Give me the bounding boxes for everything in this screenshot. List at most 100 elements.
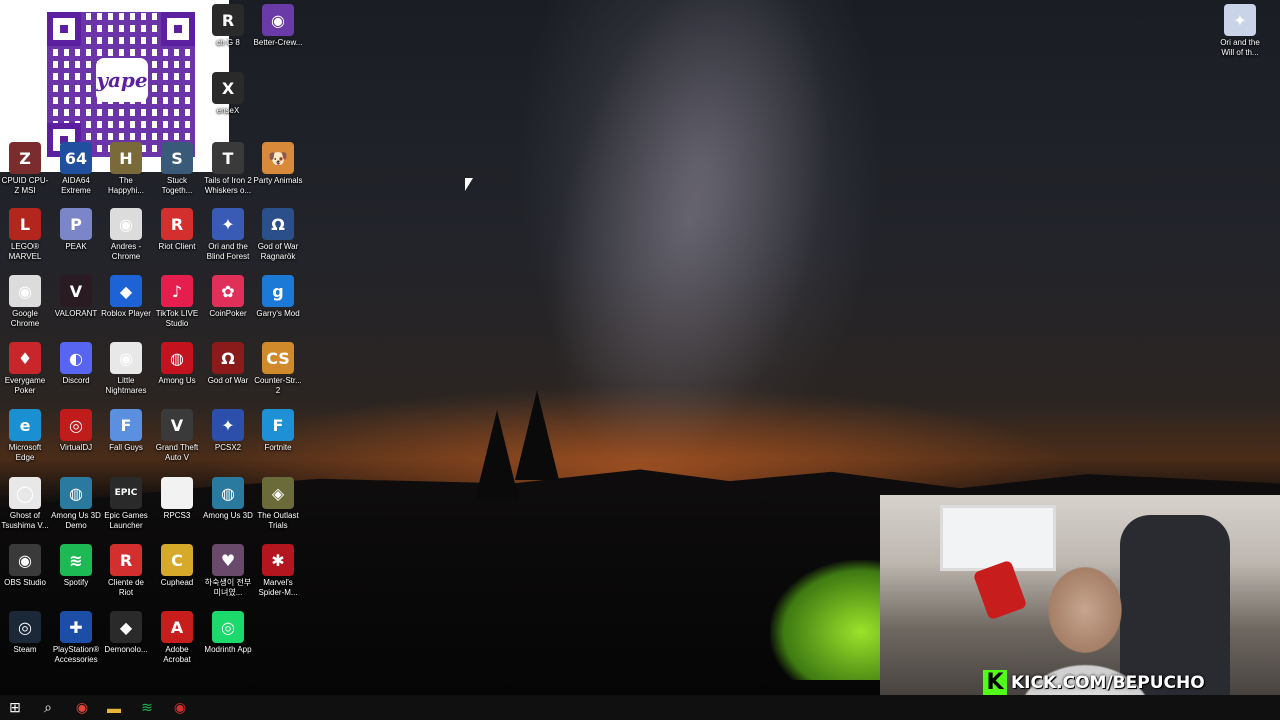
desktop-icon[interactable]: P PEAK [51, 208, 101, 252]
chrome-icon[interactable]: ◉ [67, 695, 97, 720]
desktop-icon[interactable]: F Fortnite [253, 409, 303, 453]
kick-logo-icon: K [983, 670, 1007, 696]
desktop-icon-label: Little Nightmares [105, 376, 147, 395]
desktop-icon[interactable]: V VALORANT [51, 275, 101, 319]
desktop-icon-label: Counter-Str... 2 [254, 376, 302, 395]
desktop-icon[interactable]: ◉ OBS Studio [0, 544, 50, 588]
desktop-icon-label: Epic Games Launcher [104, 511, 148, 530]
app-icon: H [110, 142, 142, 174]
desktop-icon[interactable]: 🐶 Party Animals [253, 142, 303, 186]
start-icon[interactable]: ⊞ [0, 695, 30, 720]
desktop-icon[interactable]: V Grand Theft Auto V [152, 409, 202, 463]
desktop-icon[interactable]: ◍ Among Us 3D [203, 477, 253, 521]
desktop-icon[interactable]: ◆ Demonolo... [101, 611, 151, 655]
desktop-icon[interactable]: L LEGO® MARVEL Su... [0, 208, 50, 262]
desktop-icon[interactable]: Z CPUID CPU-Z MSI [0, 142, 50, 196]
webcam-overlay: K KICK.COM/BEPUCHO [880, 495, 1280, 720]
app-icon: A [161, 611, 193, 643]
desktop-icon[interactable]: Ω God of War [203, 342, 253, 386]
desktop-icon[interactable]: ◉ Andres - Chrome [101, 208, 151, 262]
app-icon: g [262, 275, 294, 307]
app-icon: ◉ [9, 275, 41, 307]
desktop-icon[interactable]: XenseX [203, 72, 253, 116]
app-icon: ✱ [262, 544, 294, 576]
yape-logo-text: yape [96, 68, 148, 92]
desktop-icon-label: Cliente de Riot [107, 578, 145, 597]
desktop-icon[interactable]: ✚ PlayStation® Accessories [51, 611, 101, 665]
yape-logo: yape [96, 58, 148, 102]
desktop-icon[interactable]: ◎ Steam [0, 611, 50, 655]
desktop-icon-label: Google Chrome [10, 309, 40, 328]
qr-finder [47, 12, 81, 46]
app-icon: ♦ [9, 342, 41, 374]
app-icon: EPIC [110, 477, 142, 509]
riot-icon[interactable]: ◉ [165, 695, 195, 720]
desktop-icon-label: Ori and the Blind Forest [206, 242, 250, 261]
desktop-icon[interactable]: ≋ Spotify [51, 544, 101, 588]
desktop-icon-label: Among Us 3D [203, 511, 253, 520]
app-icon: ◐ [60, 342, 92, 374]
desktop-icon[interactable]: ◉ Google Chrome [0, 275, 50, 329]
file-explorer-icon[interactable]: ▬ [99, 695, 129, 720]
app-icon: CS [262, 342, 294, 374]
desktop-icon[interactable]: ◆ Roblox Player [101, 275, 151, 319]
app-icon: V [161, 409, 193, 441]
desktop-icon-label: PCSX2 [214, 443, 242, 452]
desktop-icon[interactable]: ◎ Modrinth App [203, 611, 253, 655]
desktop-icon[interactable]: ◉ Better-Crew... [253, 4, 303, 48]
desktop-icon[interactable]: S Stuck Togeth... [152, 142, 202, 196]
desktop-icon-label: God of War [207, 376, 249, 385]
tree [475, 410, 519, 500]
app-icon: ♪ [161, 275, 193, 307]
desktop-icon[interactable]: RPCS3 [152, 477, 202, 521]
app-icon: F [262, 409, 294, 441]
desktop-icon[interactable]: ◍ Among Us [152, 342, 202, 386]
app-icon: 64 [60, 142, 92, 174]
desktop-icon[interactable]: ◎ VirtualDJ [51, 409, 101, 453]
app-icon: R [110, 544, 142, 576]
desktop-icon-label: Cuphead [160, 578, 194, 587]
app-icon: L [9, 208, 41, 240]
desktop-icon[interactable]: T Tails of Iron 2 Whiskers o... [203, 142, 253, 196]
desktop-icon[interactable]: ♦ Everygame Poker [0, 342, 50, 396]
search-icon[interactable]: ⌕ [33, 695, 63, 720]
desktop-icon[interactable]: g Garry's Mod [253, 275, 303, 319]
desktop-icon[interactable]: Rch G 8 [203, 4, 253, 48]
desktop-icon-label: CoinPoker [209, 309, 247, 318]
desktop-icon-label: Modrinth App [204, 645, 252, 654]
spotify-icon[interactable]: ≋ [132, 695, 162, 720]
desktop-icon[interactable]: ✦ Ori and the Blind Forest [203, 208, 253, 262]
desktop-icon[interactable]: ✿ CoinPoker [203, 275, 253, 319]
desktop-icon[interactable]: F Fall Guys [101, 409, 151, 453]
desktop-icon[interactable]: ✱ Marvel's Spider-M... [253, 544, 303, 598]
desktop-icon[interactable]: ◯ Ghost of Tsushima V... [0, 477, 50, 531]
app-icon: R [212, 4, 244, 36]
desktop-icon[interactable]: ♥ 하숙생이 전부 미녀였... [203, 544, 253, 598]
desktop-icon[interactable]: R Riot Client [152, 208, 202, 252]
app-icon: ◎ [60, 409, 92, 441]
app-icon: F [110, 409, 142, 441]
desktop-icon[interactable]: ◍ Among Us 3D Demo [51, 477, 101, 531]
desktop-icon[interactable]: A Adobe Acrobat [152, 611, 202, 665]
desktop-icon-label: TikTok LIVE Studio [155, 309, 199, 328]
desktop-icon[interactable]: ♪ TikTok LIVE Studio [152, 275, 202, 329]
app-icon: ◎ [212, 611, 244, 643]
desktop-icon[interactable]: R Cliente de Riot [101, 544, 151, 598]
app-icon: C [161, 544, 193, 576]
desktop-icon[interactable]: e Microsoft Edge [0, 409, 50, 463]
desktop-icon[interactable]: ◉ Little Nightmares [101, 342, 151, 396]
desktop-icon[interactable]: 64 AIDA64 Extreme [51, 142, 101, 196]
desktop-icon[interactable]: ✦ Ori and the Will of th... [1215, 4, 1265, 58]
desktop-icon[interactable]: ◐ Discord [51, 342, 101, 386]
desktop-icon[interactable]: ◈ The Outlast Trials [253, 477, 303, 531]
desktop-icon[interactable]: EPIC Epic Games Launcher [101, 477, 151, 531]
desktop-icon-label: LEGO® MARVEL Su... [8, 242, 42, 261]
desktop-icon[interactable]: Ω God of War Ragnarök [253, 208, 303, 262]
desktop-icon-label: Demonolo... [104, 645, 148, 654]
desktop-icon-label: Ori and the Will of th... [1220, 38, 1260, 57]
desktop-icon[interactable]: ✦ PCSX2 [203, 409, 253, 453]
desktop-icon-label: Discord [62, 376, 90, 385]
desktop-icon[interactable]: H The Happyhi... [101, 142, 151, 196]
desktop-icon[interactable]: CS Counter-Str... 2 [253, 342, 303, 396]
desktop-icon[interactable]: C Cuphead [152, 544, 202, 588]
